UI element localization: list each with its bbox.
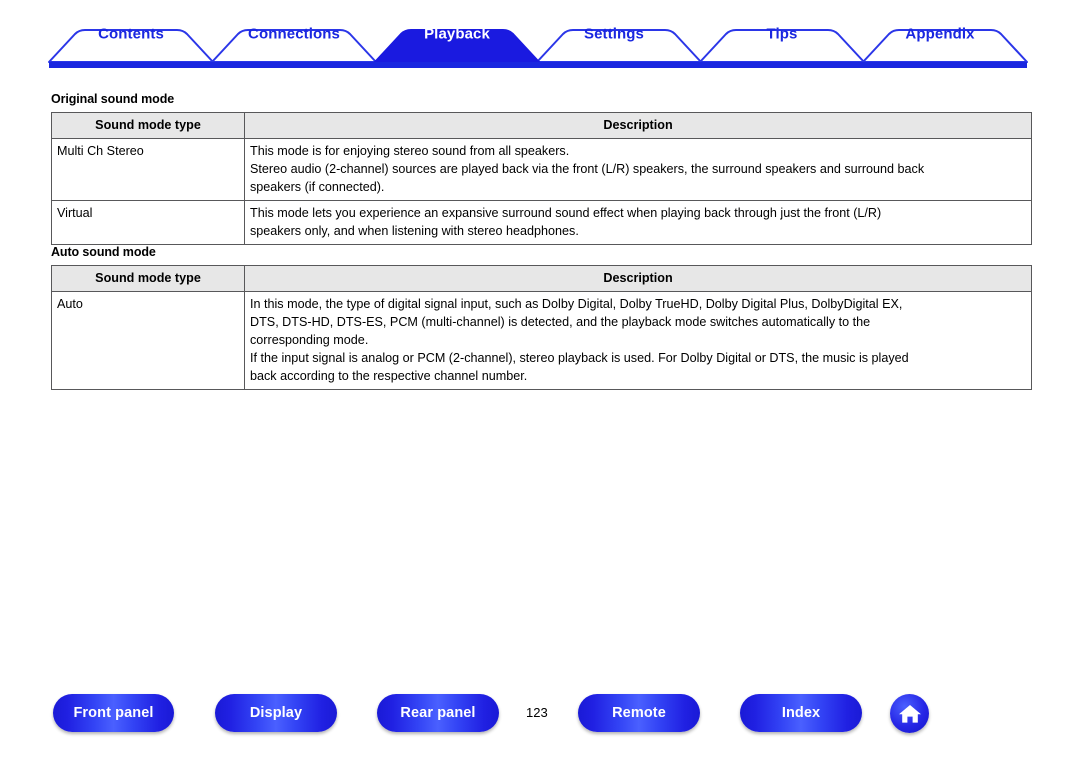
tab-tips[interactable]: Tips <box>767 26 798 43</box>
description-line: speakers only, and when listening with s… <box>250 224 579 239</box>
column-header-sound-mode-type: Sound mode type <box>51 264 245 293</box>
description-line: back according to the respective channel… <box>250 369 528 384</box>
cell-description: In this mode, the type of digital signal… <box>244 291 1032 391</box>
section-title-original: Original sound mode <box>51 92 175 106</box>
tab-connections[interactable]: Connections <box>248 26 340 43</box>
column-header-sound-mode-type: Sound mode type <box>51 111 245 140</box>
home-icon <box>898 704 921 723</box>
description-line: speakers (if connected). <box>250 180 385 195</box>
rear-panel-button[interactable]: Rear panel <box>377 694 499 732</box>
display-button[interactable]: Display <box>215 694 337 732</box>
tab-contents[interactable]: Contents <box>98 26 164 43</box>
section-title-auto: Auto sound mode <box>51 245 156 259</box>
cell-sound-mode-type: Auto <box>51 291 245 391</box>
table-original-sound-mode: Sound mode type Description Multi Ch Ste… <box>51 111 1032 246</box>
description-line: In this mode, the type of digital signal… <box>250 297 903 312</box>
tab-baseline <box>49 62 1027 68</box>
description-line: Stereo audio (2-channel) sources are pla… <box>250 162 925 177</box>
cell-description: This mode lets you experience an expansi… <box>244 200 1032 246</box>
tab-settings[interactable]: Settings <box>584 26 644 43</box>
cell-description: This mode is for enjoying stereo sound f… <box>244 138 1032 202</box>
cell-sound-mode-type: Virtual <box>51 200 245 246</box>
description-line: This mode is for enjoying stereo sound f… <box>250 144 570 159</box>
index-button[interactable]: Index <box>740 694 862 732</box>
home-button[interactable] <box>890 694 929 733</box>
remote-button[interactable]: Remote <box>578 694 700 732</box>
description-line: This mode lets you experience an expansi… <box>250 206 882 221</box>
page-number: 123 <box>526 705 548 720</box>
tab-playback[interactable]: Playback <box>424 26 490 43</box>
description-line: DTS, DTS-HD, DTS-ES, PCM (multi-channel)… <box>250 315 871 330</box>
section-auto-sound-mode: Auto sound mode Sound mode type Descript… <box>51 245 1032 391</box>
description-line: If the input signal is analog or PCM (2-… <box>250 351 909 366</box>
description-line: corresponding mode. <box>250 333 369 348</box>
footer-navigation: Front panel Display Rear panel 123 Remot… <box>0 694 1080 738</box>
column-header-description: Description <box>244 111 1032 140</box>
table-header-row: Sound mode type Description <box>51 264 1032 293</box>
table-row: Multi Ch Stereo This mode is for enjoyin… <box>51 138 1032 202</box>
table-auto-sound-mode: Sound mode type Description Auto In this… <box>51 264 1032 391</box>
tab-appendix[interactable]: Appendix <box>905 26 974 43</box>
section-original-sound-mode: Original sound mode Sound mode type Desc… <box>51 92 1032 246</box>
front-panel-button[interactable]: Front panel <box>53 694 174 732</box>
column-header-description: Description <box>244 264 1032 293</box>
table-header-row: Sound mode type Description <box>51 111 1032 140</box>
table-row: Virtual This mode lets you experience an… <box>51 200 1032 246</box>
tab-bar: Contents Connections Playback Settings T… <box>0 0 1080 72</box>
cell-sound-mode-type: Multi Ch Stereo <box>51 138 245 202</box>
table-row: Auto In this mode, the type of digital s… <box>51 291 1032 391</box>
